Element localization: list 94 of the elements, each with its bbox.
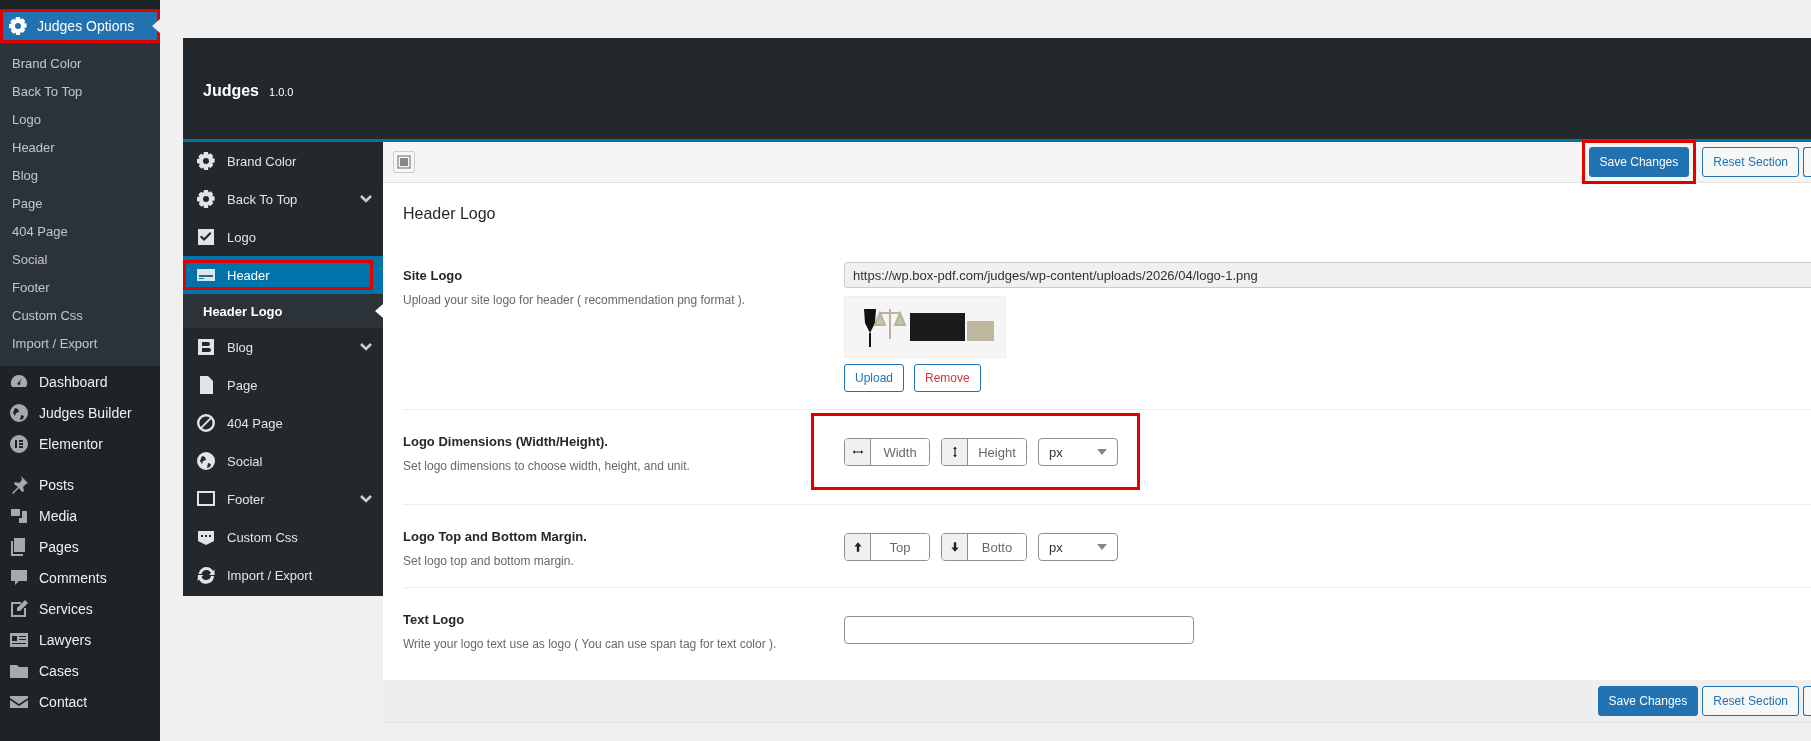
media-button[interactable]: Remove — [914, 364, 981, 392]
chevron-icon — [359, 342, 373, 352]
menu-item[interactable]: Services — [0, 593, 160, 624]
field-description: Write your logo text use as logo ( You can use span tag for text color ). — [403, 636, 778, 653]
action-button[interactable]: Save Changes — [1588, 147, 1690, 177]
dimension-input[interactable]: Width — [844, 438, 930, 466]
gear-icon — [196, 151, 216, 171]
submenu-item[interactable]: Brand Color — [0, 50, 160, 78]
nav-item[interactable]: Page — [183, 366, 383, 404]
field-label: Logo Dimensions (Width/Height). — [403, 434, 609, 449]
field-label: Site Logo — [403, 268, 464, 283]
field-description: Set logo top and bottom margin. — [403, 553, 575, 570]
chevron-icon — [359, 494, 373, 504]
field-description: Set logo dimensions to choose width, height, and unit. — [403, 458, 691, 475]
submenu-item[interactable]: Custom Css — [0, 302, 160, 330]
submenu-item[interactable]: Blog — [0, 162, 160, 190]
nav-label: Footer — [227, 491, 266, 507]
caret-icon — [1097, 449, 1107, 455]
button-edge[interactable] — [1803, 686, 1811, 716]
menu-item[interactable]: Judges Builder — [0, 397, 160, 428]
submenu-item[interactable]: Logo — [0, 106, 160, 134]
menu-item[interactable]: Dashboard — [0, 366, 160, 397]
dimension-input[interactable]: Top — [844, 533, 930, 561]
nav-label: Blog — [227, 339, 255, 355]
text-field[interactable] — [844, 616, 1194, 644]
nav-label: Import / Export — [227, 567, 314, 583]
gear-icon — [8, 16, 28, 36]
menu-item[interactable]: Elementor — [0, 428, 160, 459]
monitor-icon — [196, 489, 216, 509]
field-label: Logo Top and Bottom Margin. — [403, 529, 588, 544]
nav-item[interactable]: Social — [183, 442, 383, 480]
submenu-item[interactable]: Header — [0, 134, 160, 162]
nav-item[interactable]: Brand Color — [183, 142, 383, 180]
submenu-item[interactable]: Page — [0, 190, 160, 218]
nav-label: Logo — [227, 229, 257, 245]
layout-toggle-button[interactable] — [393, 151, 415, 173]
gear-icon — [196, 189, 216, 209]
nav-item[interactable]: Header — [183, 256, 383, 294]
menu-item[interactable]: Posts — [0, 469, 160, 500]
action-button[interactable]: Reset Section — [1702, 147, 1799, 177]
menu-item[interactable]: Cases — [0, 655, 160, 686]
button-edge[interactable] — [1803, 147, 1811, 177]
menu-item[interactable]: Judges Options — [0, 9, 160, 43]
media-button[interactable]: Upload — [844, 364, 905, 392]
nav-label: Brand Color — [227, 153, 298, 169]
nav-item[interactable]: 404 Page — [183, 404, 383, 442]
nav-item[interactable]: Back To Top — [183, 180, 383, 218]
ban-icon — [196, 413, 216, 433]
url-field[interactable]: https://wp.box-pdf.com/judges/wp-content/uploads/2026/04/logo-1.png — [844, 262, 1811, 288]
edit-icon — [9, 598, 29, 619]
nav-label: Page — [227, 377, 259, 393]
nav-label: 404 Page — [227, 415, 284, 431]
blog-icon — [196, 337, 216, 357]
globe-icon — [196, 451, 216, 471]
globe-icon — [9, 402, 29, 423]
pointer-icon — [152, 19, 160, 33]
dimension-input[interactable]: Height — [941, 438, 1027, 466]
layout-icon — [397, 155, 411, 169]
nav-item[interactable]: Logo — [183, 218, 383, 256]
menu-item[interactable]: Lawyers — [0, 624, 160, 655]
nav-item[interactable]: Custom Css — [183, 518, 383, 556]
comment-icon — [9, 567, 29, 588]
nav-item[interactable]: Blog — [183, 328, 383, 366]
nav-label: Header — [227, 267, 271, 283]
field-description: Upload your site logo for header ( recommendation png format ). — [403, 292, 747, 309]
submenu-item[interactable]: Social — [0, 246, 160, 274]
panel-title: Judges — [203, 81, 259, 100]
nav-subitem[interactable]: Header Logo — [183, 294, 383, 328]
caret-icon — [1097, 544, 1107, 550]
chevron-icon — [359, 194, 373, 204]
nav-item[interactable]: Footer — [183, 480, 383, 518]
action-button[interactable]: Save Changes — [1597, 686, 1699, 716]
nav-item[interactable]: Import / Export — [183, 556, 383, 594]
unit-select[interactable]: px — [1038, 438, 1118, 466]
submenu-item[interactable]: Import / Export — [0, 330, 160, 358]
refresh-icon — [196, 565, 216, 585]
menu-item[interactable]: Media — [0, 500, 160, 531]
nav-label: Social — [227, 453, 264, 469]
nav-label: Custom Css — [227, 529, 299, 545]
menu-item[interactable]: Contact — [0, 686, 160, 717]
submenu-item[interactable]: Footer — [0, 274, 160, 302]
menu-item[interactable]: Pages — [0, 531, 160, 562]
nav-label: Back To Top — [227, 191, 299, 207]
section-title: Header Logo — [403, 204, 497, 224]
dimension-input[interactable]: Botto — [941, 533, 1027, 561]
version-label: 1.0.0 — [269, 86, 294, 98]
field-label: Text Logo — [403, 612, 466, 627]
submenu-item[interactable]: Back To Top — [0, 78, 160, 106]
menu-item[interactable]: Comments — [0, 562, 160, 593]
action-button[interactable]: Reset Section — [1702, 686, 1799, 716]
elementor-icon — [9, 433, 29, 454]
unit-select[interactable]: px — [1038, 533, 1118, 561]
submenu-item[interactable]: 404 Page — [0, 218, 160, 246]
checkbox-icon — [196, 227, 216, 247]
